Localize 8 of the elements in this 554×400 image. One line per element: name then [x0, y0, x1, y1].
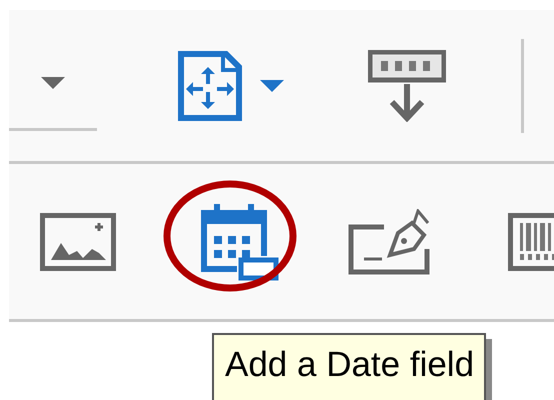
calendar-icon[interactable]: [199, 202, 279, 282]
document-move-icon[interactable]: [178, 50, 242, 120]
keyboard-down-icon[interactable]: [368, 50, 446, 122]
caret-icon[interactable]: [260, 80, 284, 92]
caret-icon[interactable]: [41, 77, 65, 89]
signature-icon[interactable]: [348, 208, 430, 274]
image-icon[interactable]: [40, 212, 116, 270]
barcode-icon[interactable]: [508, 212, 554, 270]
